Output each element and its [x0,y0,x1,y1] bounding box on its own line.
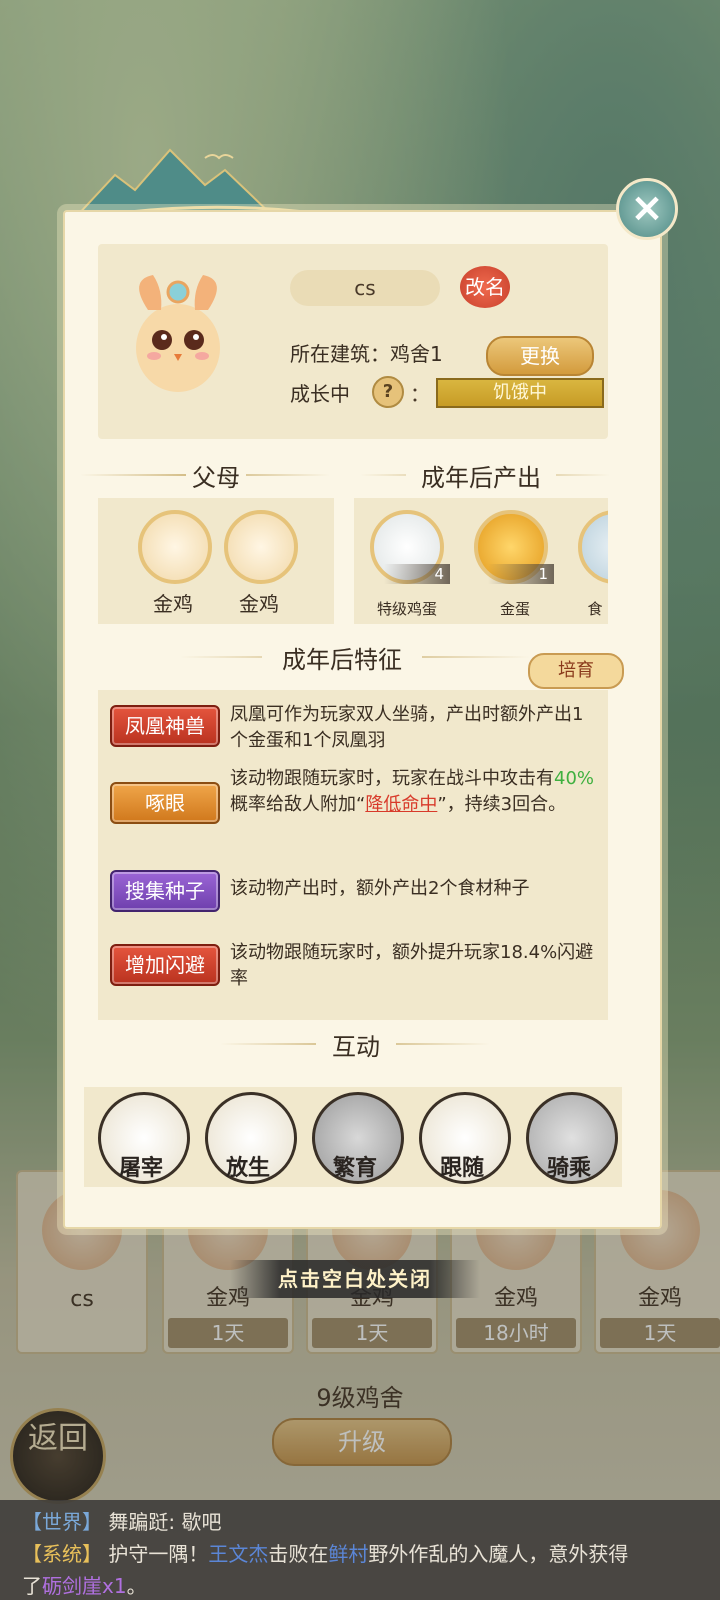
trait-tag[interactable]: 搜集种子 [110,870,220,912]
output-name: 特级鸡蛋 [376,600,437,618]
parent-name: 金鸡 [239,592,279,616]
pet-name: cs [290,270,440,306]
tap-to-close-hint: 点击空白处关闭 [230,1260,480,1298]
traits-title: 成年后特征 [262,640,422,675]
golden-chicken-icon[interactable] [224,510,298,584]
chat-line: 了砺剑崖x1。 [22,1574,147,1598]
golden-chicken-icon[interactable] [138,510,212,584]
phoenix-chick-avatar [136,275,220,392]
mountain-decoration-icon [75,148,305,220]
parent-name: 金鸡 [153,592,193,616]
trait-tag[interactable]: 啄眼 [110,782,220,824]
debuff-link[interactable]: 降低命中 [365,794,437,815]
action-label: 屠宰 [118,1155,163,1181]
hunger-status-bar: 饥饿中 [436,378,604,408]
trait-description: 该动物产出时，额外产出2个食材种子 [230,878,530,899]
food-item-icon[interactable] [578,510,608,584]
output-panel: 4 特级鸡蛋 1 金蛋 食 [354,498,608,624]
trait-description: 凤凰可作为玩家双人坐骑，产出时额外产出1个金蛋和1个凤凰羽 [230,704,584,751]
location-label: 所在建筑：鸡舍1 [290,342,443,366]
output-name: 食 [587,600,603,618]
help-icon[interactable]: ? [372,376,404,408]
action-label: 跟随 [439,1155,484,1181]
action-label: 骑乘 [546,1155,591,1181]
chat-line: 【系统】 护守一隅！王文杰击败在鲜村野外作乱的入魔人，意外获得 [22,1542,629,1566]
output-name: 金蛋 [499,600,530,618]
change-building-button[interactable]: 更换 [486,336,594,376]
chat-line: 【世界】 舞蹁跹: 歇吧 [22,1510,222,1534]
item-count: 4 [384,564,450,584]
growth-label: 成长中 [290,382,350,406]
colon: ： [410,382,430,406]
trait-description: 该动物跟随玩家时，玩家在战斗中攻击有40%概率给敌人附加“降低命中”，持续3回合… [230,768,595,815]
trait-tag[interactable]: 凤凰神兽 [110,705,220,747]
interact-title: 互动 [316,1027,396,1062]
action-label: 繁育 [332,1155,377,1181]
item-count: 1 [488,564,554,584]
trait-description: 该动物跟随玩家时，额外提升玩家18.4%闪避率 [230,942,594,989]
action-label: 放生 [225,1155,270,1181]
breed-button[interactable]: 培育 [528,653,624,689]
chat-panel[interactable]: 【世界】 舞蹁跹: 歇吧 【系统】 护守一隅！王文杰击败在鲜村野外作乱的入魔人，… [0,1500,720,1600]
close-icon[interactable]: × [616,178,678,240]
output-title: 成年后产出 [406,458,556,493]
parents-title: 父母 [186,458,246,493]
rename-button[interactable]: 改名 [460,266,510,308]
trait-tag[interactable]: 增加闪避 [110,944,220,986]
